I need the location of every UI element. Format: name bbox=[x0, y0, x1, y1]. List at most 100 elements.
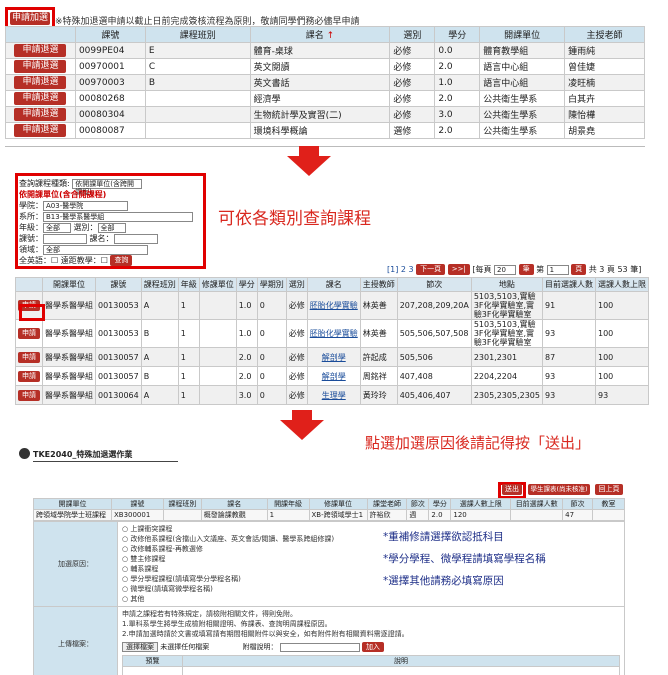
schedule-button[interactable]: 學生課表(尚未核准) bbox=[528, 484, 590, 495]
choose-file-button[interactable]: 選擇檔案 bbox=[122, 642, 158, 652]
table-cell: E bbox=[144, 42, 251, 59]
table-cell: 醫學系醫學組 bbox=[42, 291, 96, 320]
page-links[interactable]: [1] 2 3 bbox=[387, 265, 414, 274]
college-select[interactable]: A03-醫學院 bbox=[43, 200, 128, 211]
table-cell: B bbox=[140, 319, 179, 348]
course-name-link[interactable]: 胚胎化學實驗 bbox=[306, 291, 361, 320]
table-cell: XB300001 bbox=[110, 509, 164, 521]
table-cell: 00130053 bbox=[95, 319, 142, 348]
column-header[interactable]: 學期別 bbox=[256, 277, 287, 292]
table-cell: 醫學系醫學組 bbox=[42, 319, 96, 348]
col-unit[interactable]: 開課單位 bbox=[479, 26, 566, 43]
year-select[interactable]: 全部 bbox=[43, 222, 71, 233]
table-cell: 5103,5103,實驗3F化學實驗室,實驗3F化學實驗室 bbox=[470, 319, 543, 348]
column-header[interactable]: 主授教師 bbox=[359, 277, 398, 292]
table-row: 申請退選 00970001 C 英文閱讀 必修 2.0 語言中心組 曾佳婕 bbox=[5, 58, 645, 75]
column-header[interactable]: 課名 bbox=[306, 277, 361, 292]
drop-course-button[interactable]: 申請退選 bbox=[14, 124, 67, 137]
column-header[interactable]: 選課人數上限 bbox=[594, 277, 649, 292]
drop-course-button[interactable]: 申請退選 bbox=[14, 108, 67, 121]
table-cell bbox=[144, 106, 251, 123]
add-file-button[interactable]: 加入 bbox=[361, 642, 384, 652]
reason-option[interactable]: ○ 其他 bbox=[122, 594, 620, 604]
column-header[interactable]: 課程班別 bbox=[140, 277, 179, 292]
course-name-input[interactable] bbox=[113, 233, 158, 244]
column-header: 學分 bbox=[428, 498, 452, 510]
table-cell: 0 bbox=[256, 366, 287, 386]
col-code[interactable]: 課號 bbox=[74, 26, 146, 43]
table-cell: 100 bbox=[594, 366, 649, 386]
submit-button[interactable]: 送出 bbox=[502, 484, 522, 495]
type-select[interactable]: 全部 bbox=[97, 222, 126, 233]
col-teacher[interactable]: 主授老師 bbox=[564, 26, 645, 43]
column-header[interactable]: 目前選課人數 bbox=[541, 277, 596, 292]
course-name-link[interactable]: 胚胎化學實驗 bbox=[306, 319, 361, 348]
table-cell: 91 bbox=[541, 291, 596, 320]
table-cell: 0099PE04 bbox=[74, 42, 146, 59]
drop-course-button[interactable]: 申請退選 bbox=[14, 60, 67, 73]
apply-button[interactable]: 申請 bbox=[18, 370, 40, 382]
col-name[interactable]: 課名 ↑ bbox=[249, 26, 391, 43]
page-number-input[interactable]: 1 bbox=[546, 264, 569, 275]
table-cell: 100 bbox=[594, 291, 649, 320]
selected-courses-panel: 申請加選 ※特殊加退選申請以截止日前完成簽核流程為原則，敬請同學們務必儘早申請 … bbox=[5, 7, 645, 147]
column-header[interactable]: 開課單位 bbox=[42, 277, 96, 292]
table-cell: 0.0 bbox=[434, 42, 481, 59]
table-row: 申請退選 00080304 生物統計學及實習(二) 必修 3.0 公共衛生學系 陳怡樺 bbox=[5, 106, 645, 123]
table-cell: 語言中心組 bbox=[479, 74, 566, 91]
course-kind-select[interactable]: 依開課單位(含跨開課程) bbox=[72, 178, 143, 196]
table-cell: 跨領域學院學士班課程 bbox=[33, 509, 112, 521]
table-cell: C bbox=[144, 58, 251, 75]
table-cell: 93 bbox=[541, 385, 596, 405]
table-cell: 黃玲玲 bbox=[359, 385, 398, 405]
course-name-link[interactable]: 生理學 bbox=[306, 385, 361, 405]
table-row: 跨領域學院學士班課程 XB300001 概發論課教觀 1 XB-跨領域學士1 許裕欣週 2.… bbox=[33, 509, 625, 521]
col-type[interactable]: 選別 bbox=[389, 26, 436, 43]
table-cell: 0 bbox=[256, 347, 287, 367]
back-button[interactable]: 回上頁 bbox=[595, 484, 623, 495]
table-cell: 1 bbox=[177, 385, 200, 405]
column-header[interactable]: 課號 bbox=[95, 277, 142, 292]
column-header[interactable]: 節次 bbox=[396, 277, 472, 292]
apply-button[interactable]: 申請 bbox=[18, 328, 40, 339]
query-form: 查詢課程種類: 依開課單位(含跨開課程) 依開課單位(含合開課程) 學院： A03… bbox=[19, 178, 204, 266]
upload-area: 申請之課程若有特殊規定，請檢附相關文件，得則免附。 1.單科系學生將學生成檢附相… bbox=[117, 606, 625, 675]
last-page-button[interactable]: >>| bbox=[447, 264, 470, 275]
table-cell: 英文閱讀 bbox=[249, 58, 391, 75]
query-button[interactable]: 查詢 bbox=[110, 255, 133, 266]
field-select[interactable]: 全部 bbox=[43, 244, 148, 255]
table-cell: 100 bbox=[594, 319, 649, 348]
column-header[interactable]: 年級 bbox=[177, 277, 200, 292]
column-header[interactable] bbox=[15, 277, 43, 292]
apply-button[interactable]: 申請 bbox=[18, 351, 40, 363]
department-select[interactable]: B13-醫學系醫學組 bbox=[43, 211, 193, 222]
table-cell: 經濟學 bbox=[249, 90, 391, 107]
file-description-input[interactable] bbox=[279, 642, 360, 652]
table-row: 申請退選 00080087 環境科學概論 選修 2.0 公共衛生學系 胡景堯 bbox=[5, 122, 645, 139]
course-name-link[interactable]: 解剖學 bbox=[306, 366, 361, 386]
drop-course-button[interactable]: 申請退選 bbox=[14, 44, 67, 57]
course-code-input[interactable] bbox=[43, 233, 87, 244]
table-cell: 0 bbox=[256, 385, 287, 405]
table-cell: 白其卉 bbox=[564, 90, 645, 107]
column-header[interactable]: 修課單位 bbox=[198, 277, 237, 292]
col-class[interactable]: 課程班別 bbox=[144, 26, 251, 43]
next-page-button[interactable]: 下一頁 bbox=[416, 264, 446, 275]
per-page-input[interactable]: 20 bbox=[494, 264, 517, 275]
drop-course-button[interactable]: 申請退選 bbox=[14, 92, 67, 105]
course-name-link[interactable]: 解剖學 bbox=[306, 347, 361, 367]
remote-checkbox[interactable]: ☐ bbox=[101, 256, 108, 265]
column-header[interactable]: 選別 bbox=[285, 277, 308, 292]
column-header: 節次 bbox=[406, 498, 430, 510]
table-header-row: 開課單位 課號 課程班別 年級 修課單位 學分 學期別 選別 課名 主授教師 節次 地點 目前選課人數選… bbox=[15, 277, 649, 292]
table-cell bbox=[144, 122, 251, 139]
column-header[interactable]: 地點 bbox=[470, 277, 543, 292]
column-header[interactable]: 學分 bbox=[235, 277, 258, 292]
table-row: 申請退選 0099PE04 E 體育-桌球 必修 0.0 體育教學組 鍾雨純 bbox=[5, 42, 645, 59]
drop-course-button[interactable]: 申請退選 bbox=[14, 76, 67, 89]
table-cell: 47 bbox=[562, 509, 594, 521]
column-header: 節次 bbox=[562, 498, 594, 510]
apply-button[interactable]: 申請 bbox=[18, 389, 40, 401]
col-credit[interactable]: 學分 bbox=[434, 26, 481, 43]
english-checkbox[interactable]: ☐ bbox=[51, 256, 58, 265]
